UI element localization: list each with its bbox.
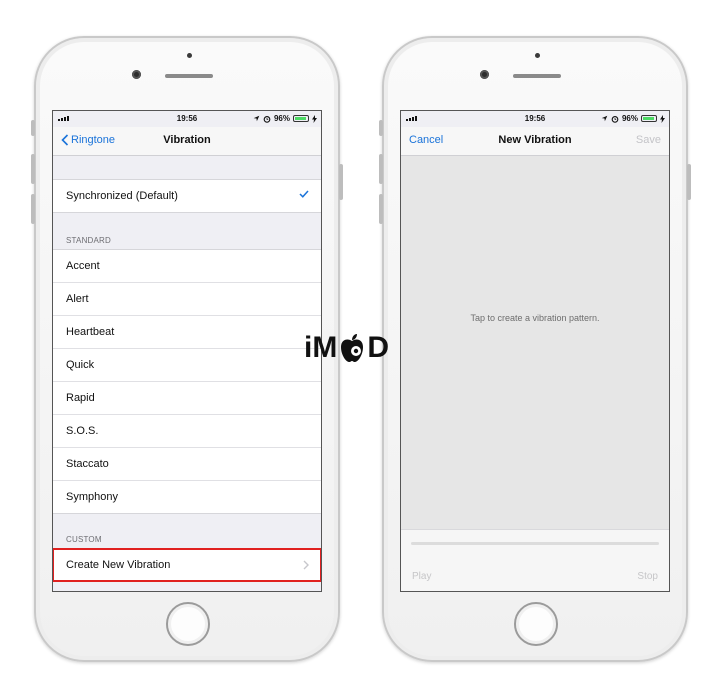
checkmark-icon [299, 190, 309, 198]
list-item-s-o-s[interactable]: S.O.S. [53, 414, 321, 447]
page-title: Vibration [163, 134, 211, 146]
proximity-sensor [187, 53, 192, 58]
front-camera [132, 70, 141, 79]
list-item-label: Quick [66, 359, 95, 371]
location-icon [253, 115, 260, 122]
list-item-label: Symphony [66, 491, 118, 503]
right-phone: 19:56 96% Cancel New Vibration Save Tap … [379, 36, 691, 662]
volume-up-button [379, 154, 383, 184]
list-item-alert[interactable]: Alert [53, 282, 321, 315]
earpiece-speaker [165, 74, 213, 78]
timeline-track [411, 542, 659, 545]
stop-button[interactable]: Stop [637, 571, 658, 582]
section-header-custom: CUSTOM [66, 535, 102, 544]
earpiece-speaker [513, 74, 561, 78]
navigation-bar: Ringtone Vibration [53, 127, 321, 156]
power-button [339, 164, 343, 200]
list-item-label: Accent [66, 260, 100, 272]
default-group: Synchronized (Default) [53, 179, 321, 213]
chevron-right-icon [303, 560, 309, 570]
power-button [687, 164, 691, 200]
list-item-heartbeat[interactable]: Heartbeat [53, 315, 321, 348]
proximity-sensor [535, 53, 540, 58]
logo-text-left: iM [304, 331, 338, 364]
status-bar: 19:56 96% [53, 111, 321, 127]
list-item-synchronized-default[interactable]: Synchronized (Default) [53, 180, 321, 212]
alarm-icon [263, 115, 271, 123]
list-item-label: Create New Vibration [66, 559, 171, 571]
status-bar: 19:56 96% [401, 111, 669, 127]
vibration-tap-area[interactable]: Tap to create a vibration pattern. [401, 156, 669, 529]
left-phone: 19:56 96% Ringtone Vibration Synchronize… [31, 36, 343, 662]
section-header-standard: STANDARD [66, 236, 112, 245]
list-item-label: Rapid [66, 392, 95, 404]
standard-group: Accent Alert Heartbeat Quick Rapid S.O.S. Stac… [53, 249, 321, 514]
list-item-rapid[interactable]: Rapid [53, 381, 321, 414]
vibration-editor: Tap to create a vibration pattern. Play … [401, 156, 669, 591]
list-item-accent[interactable]: Accent [53, 250, 321, 282]
timeline-bar [401, 529, 669, 561]
list-item-label: Heartbeat [66, 326, 115, 338]
page-title: New Vibration [498, 134, 572, 146]
vibration-list: Synchronized (Default) STANDARD Accent Al… [53, 156, 321, 591]
navigation-bar: Cancel New Vibration Save [401, 127, 669, 156]
charging-icon [660, 114, 665, 123]
custom-group: Create New Vibration [53, 548, 321, 582]
tap-hint: Tap to create a vibration pattern. [470, 313, 600, 323]
battery-icon [641, 115, 657, 122]
front-camera [480, 70, 489, 79]
list-item-label: Staccato [66, 458, 109, 470]
new-vibration-screen: 19:56 96% Cancel New Vibration Save Tap … [400, 110, 670, 592]
volume-down-button [379, 194, 383, 224]
imod-logo: iM D [304, 331, 389, 365]
mute-switch [379, 120, 383, 136]
list-item-label: Synchronized (Default) [66, 190, 178, 202]
home-button[interactable] [166, 602, 210, 646]
mute-switch [31, 120, 35, 136]
list-item-quick[interactable]: Quick [53, 348, 321, 381]
logo-text-right: D [367, 331, 389, 364]
volume-up-button [31, 154, 35, 184]
volume-down-button [31, 194, 35, 224]
list-item-symphony[interactable]: Symphony [53, 480, 321, 513]
save-button[interactable]: Save [636, 134, 661, 146]
playback-controls: Play Stop [401, 560, 669, 591]
battery-icon [293, 115, 309, 122]
alarm-icon [611, 115, 619, 123]
list-item-staccato[interactable]: Staccato [53, 447, 321, 480]
apple-icon [341, 334, 364, 362]
location-icon [601, 115, 608, 122]
charging-icon [312, 114, 317, 123]
create-new-vibration-item[interactable]: Create New Vibration [53, 548, 321, 582]
vibration-screen: 19:56 96% Ringtone Vibration Synchronize… [52, 110, 322, 592]
battery-percent: 96% [621, 114, 638, 123]
play-button[interactable]: Play [412, 571, 431, 582]
list-item-label: S.O.S. [66, 425, 99, 437]
home-button[interactable] [514, 602, 558, 646]
list-item-label: Alert [66, 293, 89, 305]
battery-percent: 96% [273, 114, 290, 123]
